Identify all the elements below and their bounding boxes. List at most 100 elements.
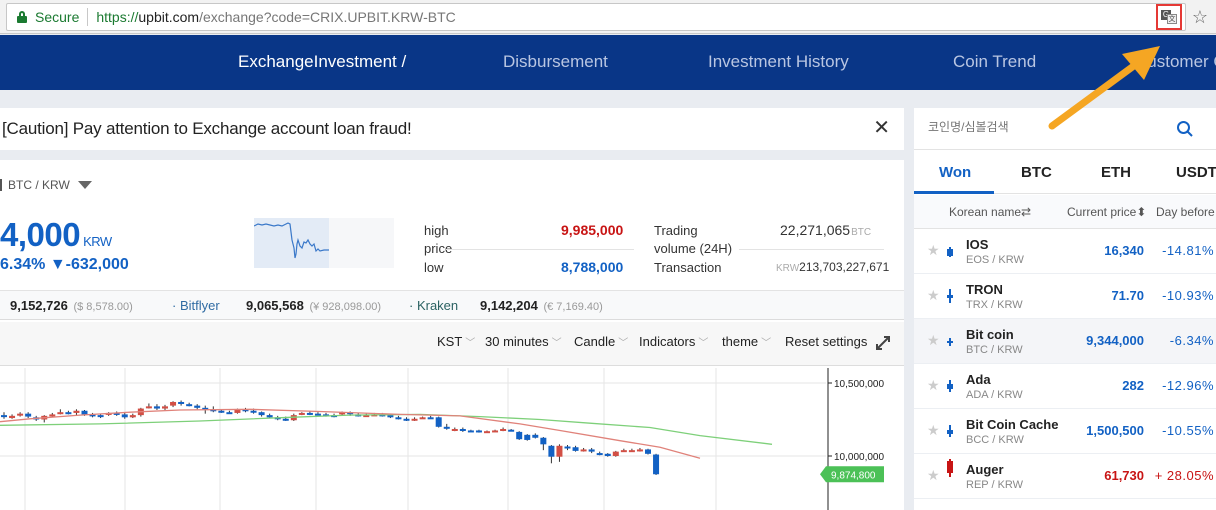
moving-average-long [0,413,773,445]
candle-body [25,413,32,417]
sort-day-before[interactable]: Day before⬍ [1156,205,1216,219]
candle-body [596,453,603,456]
chevron-down-icon: ﹀ [551,338,562,349]
candle-body [492,430,499,433]
nav-exchange[interactable]: ExchangeInvestment / [238,52,406,72]
search-icon[interactable] [1176,120,1194,138]
exchange-bitflyer[interactable]: · Bitflyer [172,298,220,313]
candle-body [314,413,321,416]
nav-investment-history[interactable]: Investment History [708,52,849,72]
coin-search-input[interactable] [928,120,1168,134]
tab-eth[interactable]: ETH [1101,164,1131,181]
sort-current-price[interactable]: Current price⬍ [1067,205,1146,219]
candle-body [9,415,16,419]
candle-body [282,418,289,421]
coin-name: Auger [966,462,1004,477]
favorite-star-icon[interactable]: ★ [927,377,940,394]
theme-dropdown[interactable]: theme ﹀ [722,334,771,349]
candle-body [540,437,547,445]
notice-text[interactable]: [Caution] Pay attention to Exchange acco… [2,119,412,139]
url-field[interactable]: Secure https://upbit.com/exchange?code=C… [6,3,1186,31]
candle-body [532,434,539,438]
coin-price: 71.70 [1111,288,1144,303]
candle-body [145,406,152,409]
candle-body [17,413,24,416]
candlestick-chart[interactable]: 10,500,000 10,000,000 9,874,800 [0,368,904,510]
high-price-value: 9,985,000 [561,222,624,238]
timezone-dropdown[interactable]: KST ﹀ [437,334,475,349]
transaction-value: KRW213,703,227,671 [776,260,890,274]
tab-won[interactable]: Won [939,164,971,181]
coin-name: Ada [966,372,991,387]
coin-row[interactable]: ★ Ada ADA / KRW 282 -12.96% [914,364,1216,409]
candle-body [129,415,136,418]
coin-change: -6.34% [1169,333,1214,348]
coin-price: 61,730 [1104,468,1144,483]
coin-change: -10.55% [1162,423,1214,438]
chart-toolbar: KST ﹀ 30 minutes ﹀ Candle ﹀ Indicators ﹀ the… [0,322,904,366]
pair-label: BTC / KRW [8,178,70,192]
candle-body [403,418,410,421]
coin-name: Bit Coin Cache [966,417,1059,432]
bookmark-star-icon[interactable]: ☆ [1192,6,1208,28]
coin-row[interactable]: ★ TRON TRX / KRW 71.70 -10.93% [914,274,1216,319]
caret-down-icon [77,181,92,189]
trading-panel: BTC / KRW 4,000 KRW 6.34% ▼-632,000 high p… [0,160,904,510]
chevron-down-icon: ﹀ [618,338,629,349]
fullscreen-icon[interactable] [876,336,890,350]
candle-body [49,414,56,417]
moving-average-short [0,408,701,459]
notice-banner: [Caution] Pay attention to Exchange acco… [0,108,904,150]
candle-body [395,417,402,420]
candle-body [645,449,651,454]
candle-body [226,412,233,415]
nav-coin-trend[interactable]: Coin Trend [953,52,1036,72]
coin-symbol: EOS / KRW [966,254,1024,266]
candle-body [612,451,619,456]
translate-button[interactable]: G文 [1156,4,1182,30]
candle-body [298,412,305,415]
market-tabs: Won BTC ETH USDT [914,151,1216,194]
price-change: 6.34% ▼-632,000 [0,256,129,273]
candle-body [162,406,168,409]
favorite-star-icon[interactable]: ★ [927,332,940,349]
pair-selector[interactable]: BTC / KRW [0,178,92,192]
nav-customer-center[interactable]: Customer C [1135,52,1216,72]
coin-search [914,108,1216,150]
chevron-down-icon: ﹀ [698,338,709,349]
tab-btc[interactable]: BTC [1021,164,1052,181]
favorite-star-icon[interactable]: ★ [927,422,940,439]
candle-body [564,446,571,449]
tab-usdt[interactable]: USDT [1176,164,1216,181]
favorite-star-icon[interactable]: ★ [927,287,940,304]
divider [446,249,634,250]
nav-disbursement[interactable]: Disbursement [503,52,608,72]
mini-candle-icon [947,459,953,477]
coin-row[interactable]: ★ Auger REP / KRW 61,730 + 28.05% [914,454,1216,499]
divider [739,249,884,250]
reset-settings-button[interactable]: Reset settings [785,334,867,349]
close-icon[interactable]: ✕ [873,118,890,138]
coin-row[interactable]: ★ Bit coin BTC / KRW 9,344,000 -6.34% [914,319,1216,364]
candle-body [435,417,442,427]
sort-korean-name[interactable]: Korean name⇄ [949,205,1031,219]
chart-type-dropdown[interactable]: Candle ﹀ [574,334,628,349]
candle-body [500,428,507,431]
favorite-star-icon[interactable]: ★ [927,242,940,259]
interval-dropdown[interactable]: 30 minutes ﹀ [485,334,562,349]
exchange-kraken[interactable]: · Kraken [409,298,458,313]
candle-body [459,428,466,431]
indicators-dropdown[interactable]: Indicators ﹀ [639,334,708,349]
candle-body [266,415,273,418]
chevron-down-icon: ﹀ [465,338,476,349]
low-price-value: 8,788,000 [561,259,624,275]
divider [87,8,89,26]
candle-body [57,412,64,415]
candle-body [572,447,579,451]
coin-list-header: Korean name⇄ Current price⬍ Day before⬍ [914,195,1216,229]
favorite-star-icon[interactable]: ★ [927,467,940,484]
coin-row[interactable]: ★ Bit Coin Cache BCC / KRW 1,500,500 -10.55% [914,409,1216,454]
coin-change: + 28.05% [1154,468,1214,483]
candle-body [170,401,177,406]
coin-row[interactable]: ★ IOS EOS / KRW 16,340 -14.81% [914,229,1216,274]
